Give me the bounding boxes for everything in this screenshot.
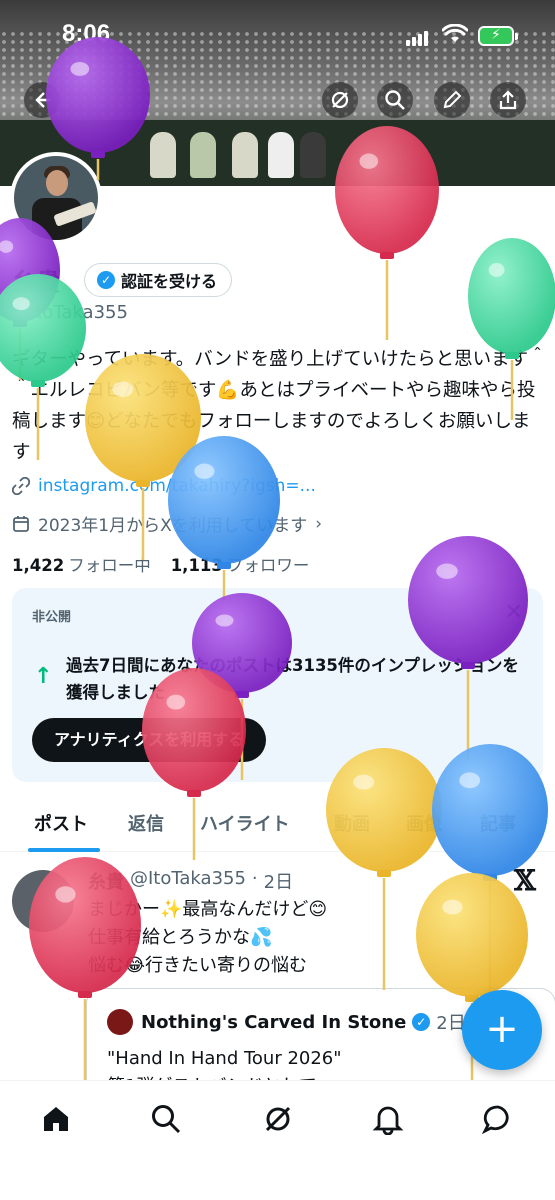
home-icon[interactable] <box>36 1099 76 1139</box>
profile-name: 糸貴 <box>12 268 60 296</box>
quote-line: "Hand In Hand Tour 2026" <box>107 1048 342 1069</box>
post-time: 2日 <box>263 872 294 893</box>
post-line: まじかー✨最高なんだけど😊 <box>88 899 328 920</box>
tab-replies[interactable]: 返信 <box>128 810 164 836</box>
tab-highlights[interactable]: ハイライト <box>200 810 290 836</box>
bottom-nav <box>0 1080 555 1200</box>
bell-icon[interactable] <box>368 1099 408 1139</box>
post-avatar[interactable] <box>12 870 74 932</box>
trend-up-icon: ↑ <box>34 664 53 689</box>
analytics-button[interactable]: アナリティクスを利用する <box>32 718 267 762</box>
active-tab-indicator <box>28 848 100 852</box>
card-impressions-text: 過去7日間にあなたのポストは3135件のインプレッションを獲得しました <box>66 656 519 702</box>
close-icon[interactable]: ✕ <box>505 600 523 625</box>
following-count: 1,422 <box>12 556 65 575</box>
grok-icon[interactable] <box>322 82 358 118</box>
post-line: 仕事有給とろうかな💦 <box>88 927 273 948</box>
share-icon[interactable] <box>490 82 526 118</box>
quote-avatar <box>107 1009 133 1035</box>
follow-stats: 1,422 フォロー中 1,113 フォロワー <box>12 552 309 576</box>
post-line: 悩む😂行きたい寄りの悩む <box>88 955 308 976</box>
following-stat[interactable]: 1,422 フォロー中 <box>12 552 151 576</box>
message-icon[interactable] <box>478 1099 518 1139</box>
analytics-card: 非公開 ✕ ↑ 過去7日間にあなたのポストは3135件のインプレッションを獲得し… <box>12 588 543 782</box>
status-time: 8:06 <box>62 20 111 47</box>
get-verified-label: 認証を受ける <box>121 272 218 291</box>
pencil-icon[interactable] <box>434 82 470 118</box>
verified-badge-icon: ✓ <box>412 1013 431 1031</box>
profile-link-text[interactable]: instagram.com/takahiry?igsh=... <box>38 476 316 496</box>
tab-images[interactable]: 画像 <box>406 810 442 836</box>
battery-icon: ⚡ <box>478 26 518 46</box>
tab-posts[interactable]: ポスト <box>34 810 88 836</box>
joined-text: 2023年1月からXを利用しています <box>38 516 308 536</box>
followers-stat[interactable]: 1,113 フォロワー <box>171 552 310 576</box>
profile-bio: ギターやっています。バンドを盛り上げていけたらと思います＾＾エルレコピバン等です… <box>12 349 547 463</box>
verified-badge-icon: ✓ <box>97 271 115 289</box>
joined-date[interactable]: 2023年1月からXを利用しています › <box>12 511 322 536</box>
grok-icon[interactable] <box>258 1099 298 1139</box>
x-logo-icon: 𝕏 <box>514 864 536 897</box>
profile-link[interactable]: instagram.com/takahiry?igsh=... <box>12 476 316 496</box>
post-handle: @ItoTaka355 <box>130 868 246 889</box>
calendar-icon <box>13 515 29 532</box>
followers-label: フォロワー <box>226 556 310 575</box>
tab-videos[interactable]: 動画 <box>334 810 370 836</box>
link-icon <box>12 477 30 495</box>
search-icon[interactable] <box>377 82 413 118</box>
followers-count: 1,113 <box>170 556 223 575</box>
chevron-right-icon: › <box>315 513 323 534</box>
quote-author: Nothing's Carved In Stone <box>141 1011 407 1033</box>
balloon <box>326 748 442 990</box>
compose-button[interactable]: + <box>462 990 542 1070</box>
card-private-label: 非公開 <box>32 610 72 625</box>
post-header: 糸貴 @ItoTaka355 · 2日 <box>88 868 294 894</box>
wifi-icon <box>442 24 468 42</box>
plus-icon: + <box>485 1006 519 1052</box>
status-bar: 8:06 ⚡ <box>0 0 555 60</box>
get-verified-button[interactable]: ✓ 認証を受ける <box>84 263 233 297</box>
profile-avatar[interactable] <box>10 152 102 244</box>
profile-tabs: ポスト 返信 ハイライト 動画 画像 記事 <box>0 798 555 852</box>
tab-articles[interactable]: 記事 <box>480 810 516 836</box>
post-text: まじかー✨最高なんだけど😊 仕事有給とろうかな💦 悩む😂行きたい寄りの悩む <box>88 896 327 980</box>
profile-handle: @ItoTaka355 <box>12 302 128 323</box>
back-arrow-icon[interactable] <box>24 82 60 118</box>
following-label: フォロー中 <box>68 556 151 575</box>
search-icon[interactable] <box>146 1099 186 1139</box>
post-author[interactable]: 糸貴 <box>88 868 124 894</box>
quote-header: Nothing's Carved In Stone ✓ 2日 <box>141 1009 466 1035</box>
cellular-icon <box>406 27 430 46</box>
